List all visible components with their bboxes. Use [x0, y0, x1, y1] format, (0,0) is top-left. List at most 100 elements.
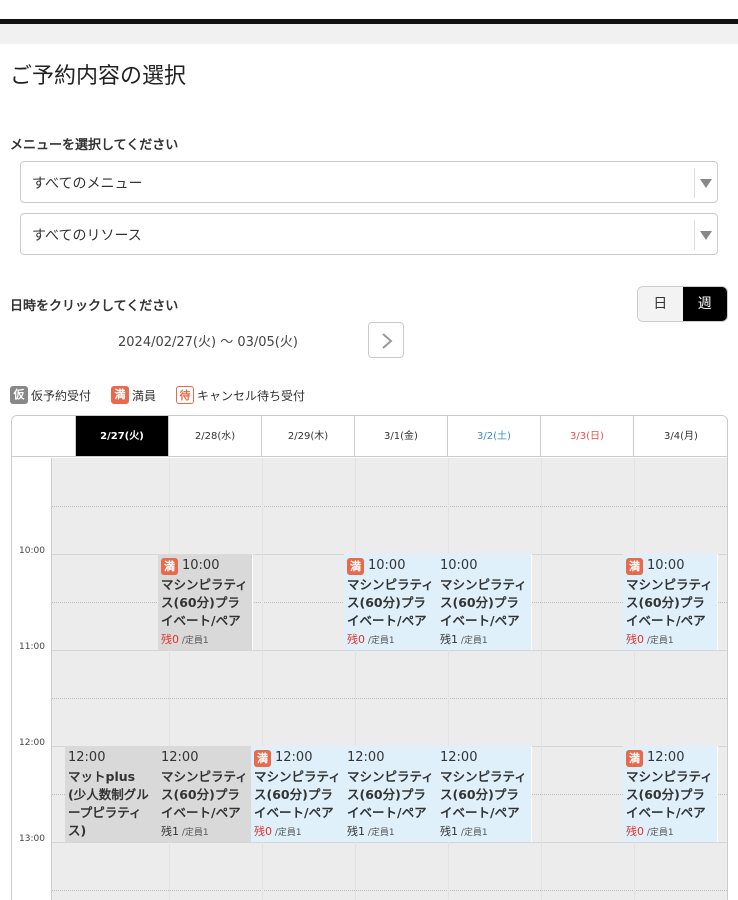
date-range: 2024/02/27(火) 〜 03/05(火)	[118, 335, 298, 350]
day-header-2[interactable]: 2/29(木)	[262, 416, 355, 457]
grid-column-line	[541, 458, 542, 900]
full-badge-icon: 満	[347, 557, 364, 575]
full-badge-icon: 満	[626, 557, 643, 575]
reservation-slot[interactable]: 12:00 マシンピラティス(60分)プライベート/ペア残1 /定員1	[437, 746, 532, 842]
legend-item-tentative: 仮 仮予約受付	[10, 386, 91, 404]
slot-availability: 残1 /定員1	[440, 631, 528, 647]
waitlist-badge-icon: 待	[176, 386, 195, 404]
chevron-right-icon	[382, 333, 393, 349]
slot-title: マシンピラティス(60分)プライベート/ペア	[626, 769, 713, 820]
time-label: 11:00	[19, 642, 45, 652]
menu-select[interactable]: すべてのメニュー	[20, 161, 718, 203]
reservation-slot[interactable]: 満 10:00 マシンピラティス(60分)プライベート/ペア 残0 /定員1	[158, 554, 253, 650]
slot-time-text: 12:00	[347, 750, 385, 765]
day-view-button[interactable]: 日	[638, 287, 683, 321]
slot-time-text: 12:00	[275, 750, 313, 765]
reservation-slot[interactable]: 12:00 マシンピラティス(60分)プライベート/ペア 残1 /定員1	[344, 746, 439, 842]
week-view-button[interactable]: 週	[682, 287, 727, 321]
menu-select-value: すべてのメニュー	[32, 176, 143, 192]
grid-line	[52, 890, 727, 891]
legend-item-waitlist: 待 キャンセル待ち受付	[176, 386, 305, 404]
remaining-count: 残1	[347, 825, 365, 838]
slot-time: 12:00	[68, 749, 156, 767]
reservation-slot[interactable]: 満 12:00 マシンピラティス(60分)プライベート/ペア 残0 /定員1	[251, 746, 346, 842]
legend-text: キャンセル待ち受付	[197, 388, 306, 403]
slot-time: 満 12:00	[626, 749, 714, 767]
slot-time: 10:00	[440, 557, 528, 575]
slot-availability: 残1 /定員1	[440, 823, 528, 839]
legend-item-full: 満 満員	[111, 386, 156, 404]
reservation-slot[interactable]: 満 12:00 マシンピラティス(60分)プライベート/ペア残0 /定員1	[623, 746, 718, 842]
day-header-6[interactable]: 3/4(月)	[634, 416, 727, 457]
reservation-slot[interactable]: 満 10:00 マシンピラティス(60分)プライベート/ペア 残0 /定員1	[344, 554, 439, 650]
full-badge-icon: 満	[254, 749, 271, 767]
slot-availability: 残1 /定員4	[68, 841, 156, 842]
menu-label: メニューを選択してください	[10, 138, 179, 153]
dropdown-arrow-icon	[700, 179, 712, 188]
slot-availability: 残0 /定員1	[161, 631, 249, 647]
reservation-slot[interactable]: 満 10:00 マシンピラティス(60分)プライベート/ペア残0 /定員1	[623, 554, 718, 650]
slot-time-text: 10:00	[182, 558, 220, 573]
full-badge-icon: 満	[111, 386, 130, 404]
grid-line	[52, 506, 727, 507]
time-label: 10:00	[19, 546, 45, 556]
slot-time-text: 12:00	[647, 750, 685, 765]
view-toggle: 日 週	[637, 286, 728, 322]
slot-title: マシンピラティス(60分)プライベート/ペア	[440, 769, 527, 820]
slot-availability: 残1 /定員1	[347, 823, 435, 839]
remaining-count: 残0	[626, 825, 644, 838]
capacity-text: /定員1	[365, 636, 395, 646]
reservation-slot[interactable]: 10:00 マシンピラティス(60分)プライベート/ペア 残1 /定員1	[437, 554, 532, 650]
slot-time: 12:00	[347, 749, 435, 767]
slot-time: 12:00	[161, 749, 249, 767]
slot-time: 満 12:00	[254, 749, 342, 767]
slot-title: マットplus (少人数制グループピラティス)	[68, 769, 149, 838]
capacity-text: /定員1	[458, 828, 488, 838]
reservation-slot[interactable]: 12:00 マシンピラティス(60分)プライベート/ペア 残1 /定員1	[158, 746, 253, 842]
day-header-1[interactable]: 2/28(水)	[169, 416, 262, 457]
slot-time-text: 10:00	[647, 558, 685, 573]
resource-select[interactable]: すべてのリソース	[20, 213, 718, 255]
slot-time-text: 12:00	[440, 750, 478, 765]
grid-line	[52, 698, 727, 699]
full-badge-icon: 満	[161, 557, 178, 575]
grid-line	[52, 842, 727, 843]
slot-time-text: 10:00	[368, 558, 406, 573]
time-label: 13:00	[19, 834, 45, 844]
slot-availability: 残0 /定員1	[626, 823, 714, 839]
capacity-text: /定員1	[644, 636, 674, 646]
reservation-slot[interactable]: 12:00 マットplus (少人数制グループピラティス) 残1 /定員4	[65, 746, 160, 842]
slot-availability: 残0 /定員1	[626, 631, 714, 647]
slot-title: マシンピラティス(60分)プライベート/ペア	[161, 769, 248, 820]
remaining-count: 残0	[254, 825, 272, 838]
day-header-4[interactable]: 3/2(土)	[448, 416, 541, 457]
slot-title: マシンピラティス(60分)プライベート/ペア	[626, 577, 713, 628]
slot-availability: 残0 /定員1	[347, 631, 435, 647]
header-gap	[0, 24, 738, 44]
day-header-3[interactable]: 3/1(金)	[355, 416, 448, 457]
time-label: 12:00	[19, 738, 45, 748]
next-week-button[interactable]	[368, 322, 404, 358]
slot-time: 満 10:00	[626, 557, 714, 575]
remaining-count: 残0	[347, 633, 365, 646]
slot-time-text: 12:00	[161, 750, 199, 765]
remaining-count: 残1	[440, 825, 458, 838]
time-column: 10:00 11:00 12:00 13:00	[12, 458, 52, 900]
legend-text: 仮予約受付	[31, 388, 92, 403]
legend: 仮 仮予約受付 満 満員 待 キャンセル待ち受付	[10, 386, 325, 404]
day-header-5[interactable]: 3/3(日)	[541, 416, 634, 457]
capacity-text: /定員1	[179, 636, 209, 646]
date-label: 日時をクリックしてください	[10, 299, 179, 314]
remaining-count: 残0	[161, 633, 179, 646]
slot-time: 満 10:00	[161, 557, 249, 575]
slot-time: 12:00	[440, 749, 528, 767]
resource-select-value: すべてのリソース	[32, 228, 142, 244]
slot-time: 満 10:00	[347, 557, 435, 575]
day-header-0[interactable]: 2/27(火)	[76, 416, 169, 457]
select-divider	[694, 168, 695, 198]
capacity-text: /定員1	[365, 828, 395, 838]
remaining-count: 残0	[626, 633, 644, 646]
weekly-calendar: 10:00 11:00 12:00 13:00 満 10:00 マシンピラティス(60分)…	[11, 415, 728, 900]
remaining-count: 残1	[161, 825, 179, 838]
calendar-corner	[12, 416, 76, 457]
